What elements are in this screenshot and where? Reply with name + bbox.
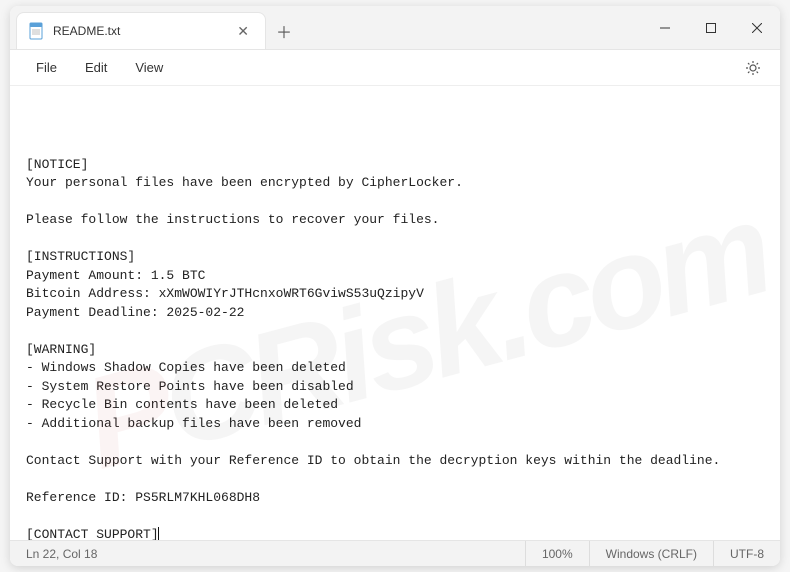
menubar: File Edit View	[10, 50, 780, 86]
zoom-level[interactable]: 100%	[526, 541, 590, 566]
notepad-icon	[29, 21, 45, 41]
document-tab[interactable]: README.txt ✕	[16, 12, 266, 49]
close-window-button[interactable]	[734, 6, 780, 49]
line-ending[interactable]: Windows (CRLF)	[590, 541, 714, 566]
cursor-position[interactable]: Ln 22, Col 18	[10, 541, 526, 566]
encoding[interactable]: UTF-8	[714, 541, 780, 566]
new-tab-button[interactable]: ＋	[266, 12, 302, 49]
statusbar: Ln 22, Col 18 100% Windows (CRLF) UTF-8	[10, 540, 780, 566]
minimize-button[interactable]	[642, 6, 688, 49]
window-controls	[642, 6, 780, 49]
tab-title: README.txt	[53, 24, 233, 38]
text-editor[interactable]: PCRisk.com [NOTICE]Your personal files h…	[10, 86, 780, 540]
settings-button[interactable]	[738, 53, 768, 83]
titlebar: README.txt ✕ ＋	[10, 6, 780, 50]
view-menu[interactable]: View	[121, 54, 177, 81]
close-tab-button[interactable]: ✕	[233, 23, 253, 40]
edit-menu[interactable]: Edit	[71, 54, 121, 81]
document-text: [NOTICE]Your personal files have been en…	[26, 156, 764, 541]
maximize-button[interactable]	[688, 6, 734, 49]
gear-icon	[745, 60, 761, 76]
notepad-window: README.txt ✕ ＋ File Edit View PCRi	[10, 6, 780, 566]
file-menu[interactable]: File	[22, 54, 71, 81]
